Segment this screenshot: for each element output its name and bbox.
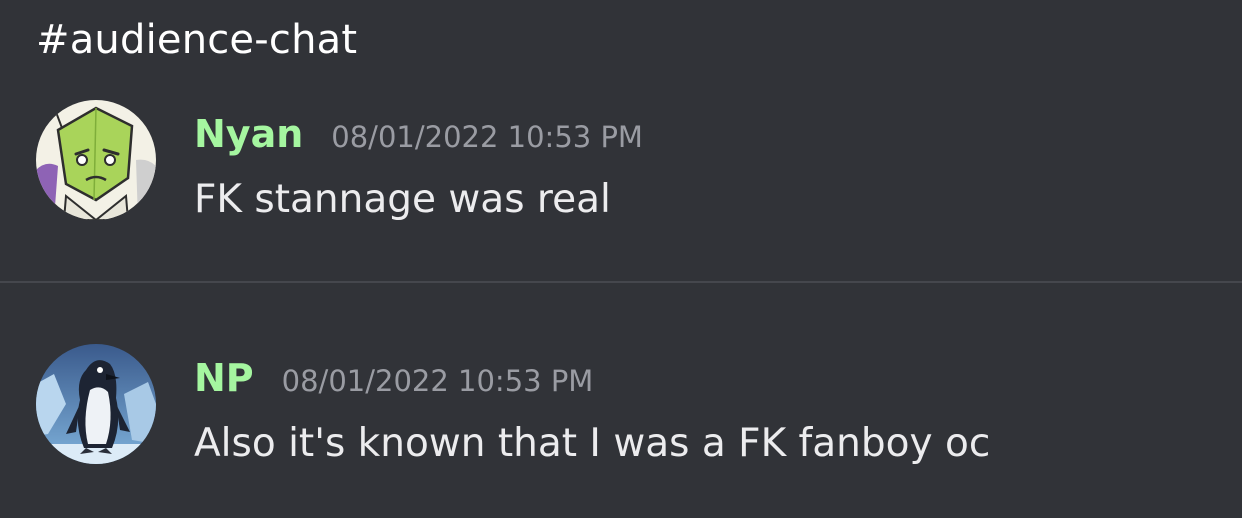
- timestamp: 08/01/2022 10:53 PM: [281, 364, 594, 398]
- peridot-avatar-icon: [36, 100, 156, 220]
- timestamp: 08/01/2022 10:53 PM: [331, 120, 643, 154]
- username[interactable]: Nyan: [194, 108, 303, 160]
- chat-screen: #audience-chat Nyan 08/01/2022 10:53 PM …: [0, 0, 1242, 518]
- message-header: Nyan 08/01/2022 10:53 PM: [194, 108, 643, 160]
- message-divider: [0, 281, 1242, 283]
- penguin-avatar-icon: [36, 344, 156, 464]
- channel-title: #audience-chat: [36, 17, 358, 63]
- username[interactable]: NP: [194, 352, 254, 404]
- message-header: NP 08/01/2022 10:53 PM: [194, 352, 593, 404]
- message-content: Also it's known that I was a FK fanboy o…: [194, 421, 991, 466]
- message-content: FK stannage was real: [194, 177, 611, 222]
- avatar[interactable]: [36, 100, 156, 220]
- avatar[interactable]: [36, 344, 156, 464]
